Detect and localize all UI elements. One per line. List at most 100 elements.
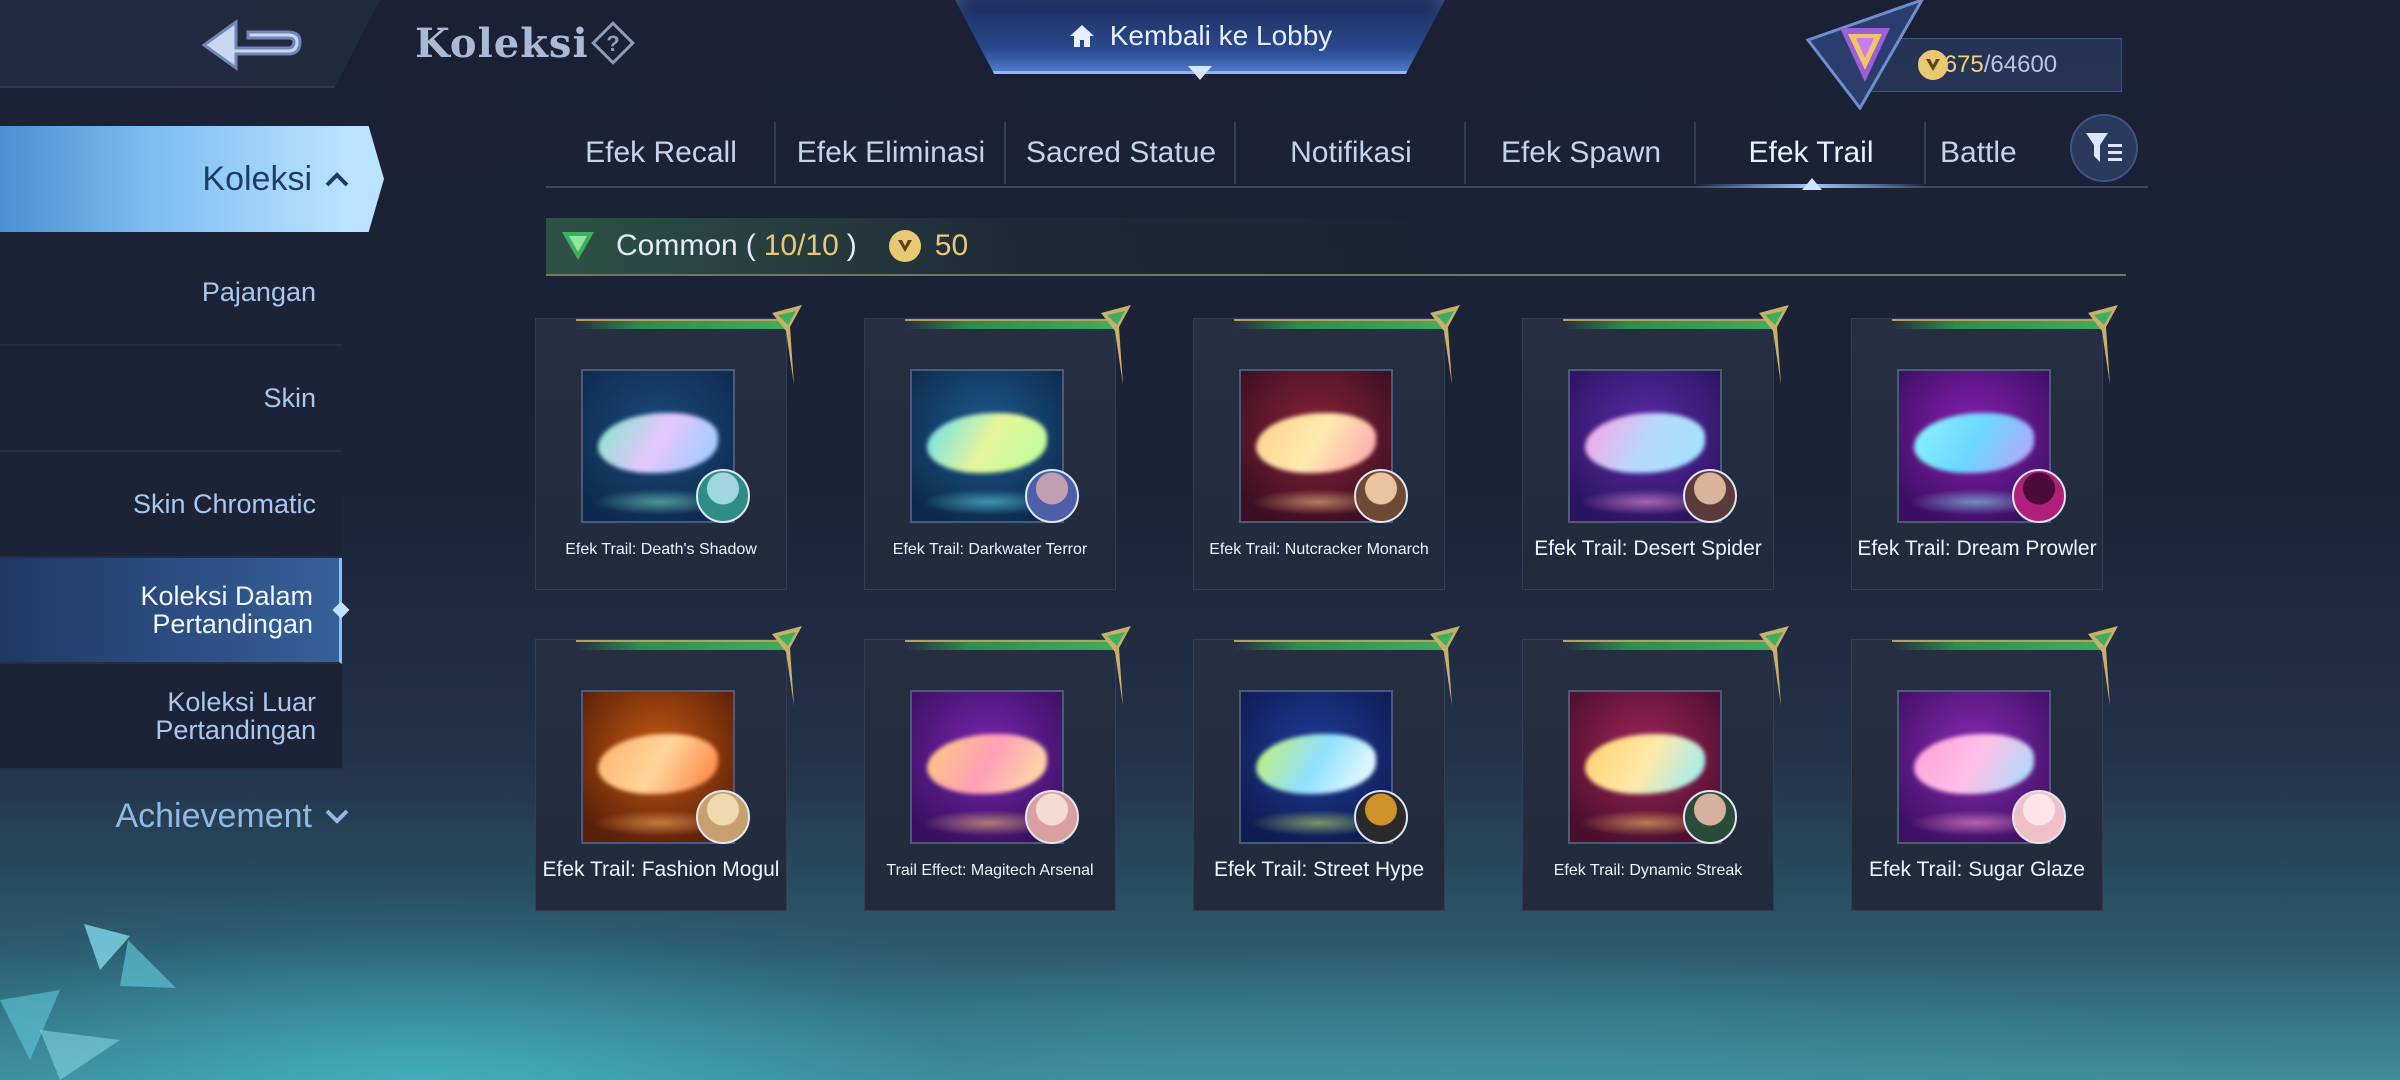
sidebar-item-koleksi-dalam-pertandingan[interactable]: Koleksi Dalam Pertandingan <box>0 558 342 664</box>
hero-avatar <box>2012 469 2066 523</box>
chevron-down-icon <box>325 809 349 824</box>
trail-card[interactable]: Efek Trail: Dynamic Streak <box>1522 626 1789 911</box>
trail-card[interactable]: Efek Trail: Street Hype <box>1193 626 1460 911</box>
trail-effect-shape <box>1585 413 1705 473</box>
trail-effect-shape <box>1914 413 2034 473</box>
sidebar-item-label: Skin <box>263 383 316 413</box>
page-title: Koleksi <box>415 20 589 67</box>
trail-card[interactable]: Efek Trail: Fashion Mogul <box>535 626 802 911</box>
category-tabs: Efek Recall Efek Eliminasi Sacred Statue… <box>546 120 2148 188</box>
trail-effect-shape <box>1256 734 1376 794</box>
rank-emblem-icon <box>1805 0 1924 110</box>
hero-avatar <box>1025 790 1079 844</box>
points-total: /64600 <box>1983 51 2058 78</box>
tab-sacred-statue[interactable]: Sacred Statue <box>1006 120 1236 186</box>
trail-effect-shape <box>927 734 1047 794</box>
home-icon <box>1069 24 1094 47</box>
tab-efek-trail[interactable]: Efek Trail <box>1696 120 1926 188</box>
tab-notifikasi[interactable]: Notifikasi <box>1236 120 1466 186</box>
trail-card-name: Efek Trail: Darkwater Terror <box>892 541 1088 558</box>
filter-button[interactable] <box>2070 114 2138 182</box>
sidebar-item-label: Skin Chromatic <box>132 489 316 519</box>
ribbon-tip-icon <box>772 305 802 385</box>
trail-effect-shape <box>598 734 718 794</box>
sidebar-koleksi-label: Koleksi <box>202 159 312 198</box>
trail-card-name: Efek Trail: Nutcracker Monarch <box>1209 541 1429 558</box>
back-button[interactable] <box>196 14 308 76</box>
ribbon-tip-icon <box>2088 626 2118 706</box>
trail-card-name: Efek Trail: Dream Prowler <box>1857 537 2097 560</box>
trail-card-name: Efek Trail: Desert Spider <box>1534 537 1762 560</box>
hero-avatar <box>1025 469 1079 523</box>
sidebar-item-label: Koleksi Luar Pertandingan <box>155 687 316 745</box>
trail-card[interactable]: Efek Trail: Darkwater Terror <box>864 305 1131 590</box>
common-rarity-icon <box>562 232 594 260</box>
trail-effect-shape <box>1256 413 1376 473</box>
tab-label: Sacred Statue <box>1025 136 1217 169</box>
trail-card-name: Trail Effect: Magitech Arsenal <box>886 862 1094 879</box>
sidebar-list: Pajangan Skin Skin Chromatic Koleksi Dal… <box>0 240 342 770</box>
trail-card[interactable]: Trail Effect: Magitech Arsenal <box>864 626 1131 911</box>
help-button[interactable]: ? <box>590 20 636 66</box>
trail-card[interactable]: Efek Trail: Death's Shadow <box>535 305 802 590</box>
sidebar-item-label: Pajangan <box>201 277 316 307</box>
filter-icon <box>2086 133 2122 162</box>
trail-card-name: Efek Trail: Dynamic Streak <box>1553 862 1743 879</box>
trail-card-name: Efek Trail: Street Hype <box>1213 858 1425 881</box>
trail-card[interactable]: Efek Trail: Nutcracker Monarch <box>1193 305 1460 590</box>
trail-effect-shape <box>598 413 718 473</box>
sidebar-item-pajangan[interactable]: Pajangan <box>0 240 342 346</box>
achievement-label: Achievement <box>115 796 312 835</box>
ribbon-tip-icon <box>1101 626 1131 706</box>
tab-label: Efek Trail <box>1748 136 1874 169</box>
tab-label: Efek Eliminasi <box>796 136 986 169</box>
tab-label: Efek Recall <box>585 136 737 169</box>
hero-avatar <box>1683 790 1737 844</box>
section-points: 50 <box>934 229 969 262</box>
hero-avatar <box>2012 790 2066 844</box>
card-rarity-ribbon <box>1892 305 2118 385</box>
tab-label: Efek Spawn <box>1500 136 1662 169</box>
card-rarity-ribbon <box>1234 305 1460 385</box>
question-icon: ? <box>591 21 635 65</box>
sidebar-achievement[interactable]: Achievement <box>0 784 360 848</box>
back-arrow-icon <box>201 19 302 71</box>
tab-label: Battle <box>1940 136 2017 169</box>
trail-effect-shape <box>1585 734 1705 794</box>
hero-avatar <box>1683 469 1737 523</box>
trail-card[interactable]: Efek Trail: Dream Prowler <box>1851 305 2118 590</box>
card-rarity-ribbon <box>1892 626 2118 706</box>
trail-effect-shape <box>1914 734 2034 794</box>
sidebar-koleksi[interactable]: Koleksi <box>0 126 384 232</box>
card-rarity-ribbon <box>576 626 802 706</box>
hero-avatar <box>696 790 750 844</box>
ribbon-tip-icon <box>1101 305 1131 385</box>
ribbon-tip-icon <box>1430 305 1460 385</box>
hero-avatar <box>696 469 750 523</box>
tab-efek-eliminasi[interactable]: Efek Eliminasi <box>776 120 1006 186</box>
tab-efek-recall[interactable]: Efek Recall <box>546 120 776 186</box>
trail-card[interactable]: Efek Trail: Sugar Glaze <box>1851 626 2118 911</box>
tab-label: Notifikasi <box>1290 136 1412 169</box>
svg-text:?: ? <box>606 31 619 56</box>
trail-card-name: Efek Trail: Sugar Glaze <box>1869 858 2085 881</box>
trail-card[interactable]: Efek Trail: Desert Spider <box>1522 305 1789 590</box>
sidebar-item-skin[interactable]: Skin <box>0 346 342 452</box>
rarity-paren-close: ) <box>846 229 857 262</box>
back-to-lobby-button[interactable]: Kembali ke Lobby <box>955 0 1445 74</box>
ribbon-tip-icon <box>2088 305 2118 385</box>
rarity-paren-open: ( <box>745 229 756 262</box>
ribbon-tip-icon <box>1759 305 1789 385</box>
decorative-shards <box>0 924 176 1080</box>
trail-card-name: Efek Trail: Death's Shadow <box>565 541 757 558</box>
ribbon-tip-icon <box>1430 626 1460 706</box>
ribbon-tip-icon <box>772 626 802 706</box>
sidebar-item-koleksi-luar-pertandingan[interactable]: Koleksi Luar Pertandingan <box>0 664 342 770</box>
coin-icon <box>888 230 921 262</box>
card-rarity-ribbon <box>1563 305 1789 385</box>
trail-card-name: Efek Trail: Fashion Mogul <box>542 858 780 881</box>
tab-efek-spawn[interactable]: Efek Spawn <box>1466 120 1696 186</box>
card-rarity-ribbon <box>1563 626 1789 706</box>
trail-effect-shape <box>927 413 1047 473</box>
sidebar-item-skin-chromatic[interactable]: Skin Chromatic <box>0 452 342 558</box>
